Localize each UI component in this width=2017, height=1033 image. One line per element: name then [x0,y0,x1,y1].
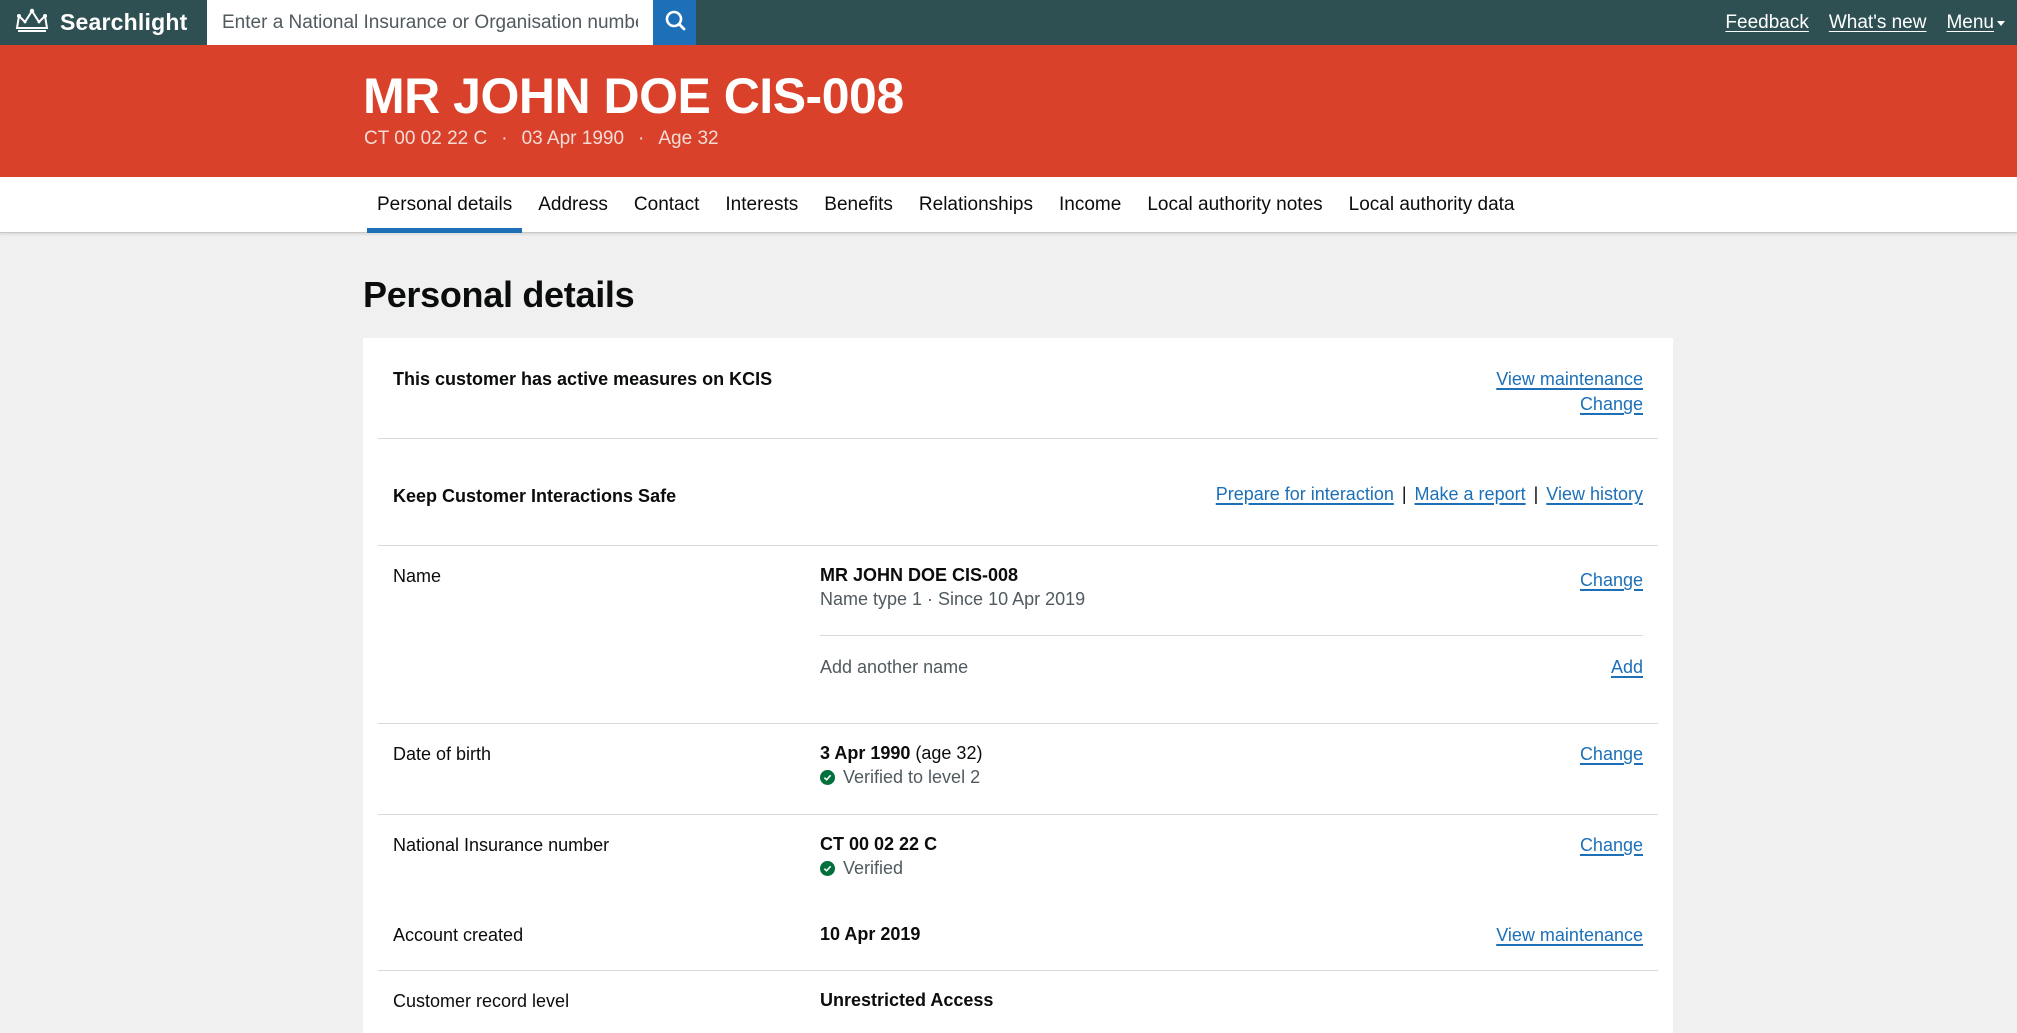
kcis-view-maintenance-link[interactable]: View maintenance [1496,369,1643,389]
crown-icon [14,7,50,38]
divider [820,635,1643,636]
name-meta: Name type 1 · Since 10 Apr 2019 [820,589,1086,609]
kics-section: Keep Customer Interactions Safe Prepare … [378,439,1658,546]
nino-status: Verified [843,858,904,878]
tab-income[interactable]: Income [1049,177,1131,233]
personal-details-card: This customer has active measures on KCI… [363,338,1673,1033]
check-circle-icon [820,770,835,785]
menu-button[interactable]: Menu [1946,12,2005,34]
customer-dob: 03 Apr 1990 [521,128,625,149]
account-created-value: 10 Apr 2019 [820,924,921,944]
nino-value: CT 00 02 22 C [820,834,938,854]
date-of-birth-row: Date of birth 3 Apr 1990 (age 32) Verifi… [378,724,1658,815]
customer-nino: CT 00 02 22 C [364,128,488,149]
make-a-report-link[interactable]: Make a report [1415,484,1526,505]
customer-summary: CT 00 02 22 C · 03 Apr 1990 · Age 32 [364,128,719,150]
section-tabs: Personal details Address Contact Interes… [0,177,2017,233]
dob-status: Verified to level 2 [843,767,981,787]
separator: · [501,128,508,149]
name-value: MR JOHN DOE CIS-008 [820,565,1019,585]
kcis-actions: View maintenance Change [1496,367,1643,417]
feedback-link[interactable]: Feedback [1725,12,1808,34]
add-name-link[interactable]: Add [1611,657,1643,678]
name-row: Name MR JOHN DOE CIS-008 Name type 1 · S… [378,546,1658,724]
name-change-link[interactable]: Change [1580,570,1643,591]
dob-change-link[interactable]: Change [1580,744,1643,765]
tab-relationships[interactable]: Relationships [909,177,1043,233]
search-icon [664,9,686,36]
record-level-key: Customer record level [393,991,570,1011]
customer-name: MR JOHN DOE CIS-008 [363,68,904,124]
separator: | [1533,484,1539,504]
national-insurance-row: National Insurance number CT 00 02 22 C … [378,815,1658,905]
tab-local-authority-notes[interactable]: Local authority notes [1137,177,1332,233]
search-input[interactable] [207,0,653,45]
tab-personal-details[interactable]: Personal details [367,177,523,233]
prepare-for-interaction-link[interactable]: Prepare for interaction [1216,484,1394,505]
name-key: Name [393,566,442,586]
customer-header: MR JOHN DOE CIS-008 CT 00 02 22 C · 03 A… [0,45,2017,177]
nino-key: National Insurance number [393,835,610,855]
search-button[interactable] [653,0,696,45]
nino-change-link[interactable]: Change [1580,835,1643,856]
dob-verification: Verified to level 2 [820,767,982,788]
record-level-row: Customer record level Unrestricted Acces… [378,971,1658,1033]
name-value-block: MR JOHN DOE CIS-008 Name type 1 · Since … [820,565,1085,610]
dob-value-block: 3 Apr 1990 (age 32) Verified to level 2 [820,743,982,788]
check-circle-icon [820,861,835,876]
dob-value: 3 Apr 1990 [820,743,911,763]
account-created-row: Account created 10 Apr 2019 View mainten… [378,905,1658,971]
separator: · [638,128,645,149]
kcis-change-link[interactable]: Change [1580,394,1643,414]
customer-age: Age 32 [658,128,719,149]
account-created-key: Account created [393,925,524,945]
brand[interactable]: Searchlight [14,0,187,45]
account-created-value-block: 10 Apr 2019 [820,924,920,945]
tab-list: Personal details Address Contact Interes… [367,177,1531,233]
kics-title: Keep Customer Interactions Safe [393,486,677,506]
top-bar: Searchlight Feedback What's new Menu [0,0,2017,45]
record-level-value: Unrestricted Access [820,990,994,1010]
nino-value-block: CT 00 02 22 C Verified [820,834,937,879]
tab-interests[interactable]: Interests [715,177,808,233]
tab-benefits[interactable]: Benefits [814,177,903,233]
tab-local-authority-data[interactable]: Local authority data [1339,177,1525,233]
kcis-notice: This customer has active measures on KCI… [378,338,1658,439]
tab-contact[interactable]: Contact [624,177,709,233]
page-title: Personal details [363,274,635,315]
brand-title: Searchlight [60,9,188,35]
menu-label: Menu [1946,11,1994,33]
add-another-name-text: Add another name [820,657,969,677]
dob-age: (age 32) [915,743,983,763]
top-navigation: Feedback What's new Menu [1725,0,2005,45]
view-history-link[interactable]: View history [1546,484,1643,505]
tab-address[interactable]: Address [528,177,618,233]
kics-actions: Prepare for interaction | Make a report … [1216,484,1643,505]
dob-key: Date of birth [393,744,492,764]
chevron-down-icon [1997,20,2005,26]
nino-verification: Verified [820,858,937,879]
record-level-value-block: Unrestricted Access [820,990,993,1011]
separator: | [1401,484,1407,504]
kcis-message: This customer has active measures on KCI… [393,369,773,389]
account-view-maintenance-link[interactable]: View maintenance [1496,925,1643,946]
whats-new-link[interactable]: What's new [1829,12,1927,34]
